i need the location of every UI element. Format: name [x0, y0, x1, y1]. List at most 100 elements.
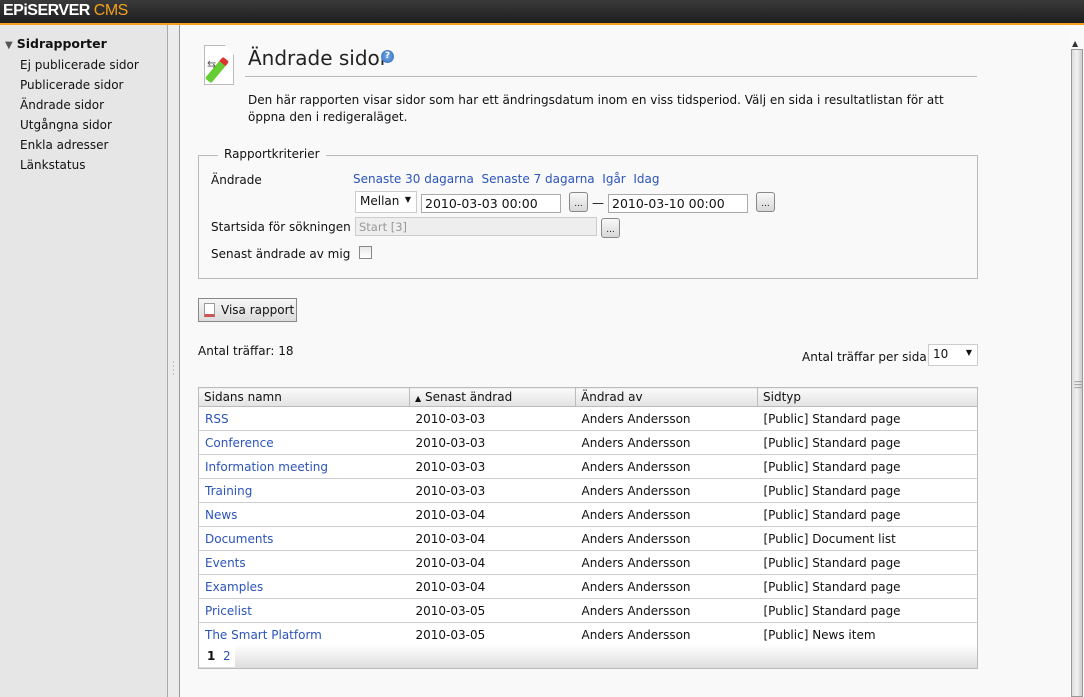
- page-name-link[interactable]: The Smart Platform: [205, 628, 322, 642]
- page-type-cell: [Public] Standard page: [763, 579, 901, 594]
- table-cell: [Public] Standard page: [757, 550, 978, 575]
- table-cell: Anders Andersson: [575, 598, 758, 623]
- range-mode-select[interactable]: Mellan ▼: [355, 191, 417, 213]
- dropdown-arrow-icon: ▼: [965, 348, 972, 357]
- table-row[interactable]: RSS 2010-03-03 Anders Andersson [Public] St…: [198, 406, 978, 431]
- col-page-type[interactable]: Sidtyp: [757, 387, 978, 407]
- table-row[interactable]: Documents 2010-03-04 Anders Andersson [Publ…: [198, 526, 978, 551]
- table-row[interactable]: The Smart Platform 2010-03-05 Anders Ander…: [198, 622, 978, 647]
- start-page-browse-button[interactable]: ...: [601, 218, 620, 238]
- table-cell: 2010-03-03: [409, 406, 576, 431]
- sidebar-item-published[interactable]: Publicerade sidor: [20, 78, 123, 92]
- page-name-link[interactable]: Training: [205, 484, 252, 498]
- table-cell: Pricelist: [198, 598, 410, 623]
- table-cell: 2010-03-04: [409, 502, 576, 527]
- page-2-link[interactable]: 2: [219, 645, 235, 667]
- from-date-picker-button[interactable]: ...: [569, 192, 588, 212]
- vertical-scrollbar[interactable]: ▲ — — —: [1070, 25, 1084, 697]
- table-cell: Anders Andersson: [575, 550, 758, 575]
- per-page-value: 10: [933, 347, 949, 361]
- page-type-cell: [Public] Standard page: [763, 411, 901, 426]
- table-cell: 2010-03-04: [409, 574, 576, 599]
- last-changed-cell: 2010-03-05: [415, 627, 486, 642]
- table-row[interactable]: Training 2010-03-03 Anders Andersson [Publi…: [198, 478, 978, 503]
- page-name-link[interactable]: Conference: [205, 436, 274, 450]
- show-report-button[interactable]: Visa rapport: [198, 298, 297, 322]
- col-changed-by[interactable]: Ändrad av: [575, 387, 758, 407]
- link-today[interactable]: Idag: [633, 172, 659, 186]
- table-cell: The Smart Platform: [198, 622, 410, 647]
- table-row[interactable]: News 2010-03-04 Anders Andersson [Public] S…: [198, 502, 978, 527]
- table-cell: News: [198, 502, 410, 527]
- table-cell: [Public] Standard page: [757, 430, 978, 455]
- panel-splitter[interactable]: · · · ·: [168, 25, 180, 697]
- sidebar-item-changed[interactable]: Ändrade sidor: [20, 98, 104, 112]
- link-last-30-days[interactable]: Senaste 30 dagarna: [353, 172, 474, 186]
- table-row[interactable]: Information meeting 2010-03-03 Anders Ande…: [198, 454, 978, 479]
- grip-icon: · · · ·: [172, 358, 175, 379]
- report-icon: [204, 303, 215, 317]
- from-date-input[interactable]: 2010-03-03 00:00: [421, 194, 561, 213]
- col-page-name[interactable]: Sidans namn: [198, 387, 410, 407]
- sidebar-item-link-status[interactable]: Länkstatus: [20, 158, 85, 172]
- table-cell: Training: [198, 478, 410, 503]
- dropdown-arrow-icon: ▼: [404, 195, 411, 204]
- sidebar-heading[interactable]: ▼ Sidrapporter: [5, 36, 107, 51]
- page-name-link[interactable]: RSS: [205, 412, 229, 426]
- table-row[interactable]: Events 2010-03-04 Anders Andersson [Public]…: [198, 550, 978, 575]
- changed-by-cell: Anders Andersson: [581, 555, 691, 570]
- page-name-link[interactable]: Information meeting: [205, 460, 328, 474]
- table-cell: [Public] Standard page: [757, 574, 978, 599]
- help-icon[interactable]: ?: [381, 50, 394, 63]
- table-row[interactable]: Conference 2010-03-03 Anders Andersson [Pub…: [198, 430, 978, 455]
- to-date-picker-button[interactable]: ...: [756, 192, 775, 212]
- table-cell: 2010-03-03: [409, 478, 576, 503]
- last-changed-cell: 2010-03-03: [415, 459, 486, 474]
- results-table: Sidans namn ▲ Senast ändrad Ändrad av Si…: [198, 387, 978, 647]
- changed-by-me-checkbox[interactable]: [359, 246, 372, 259]
- page-name-link[interactable]: News: [205, 508, 237, 522]
- to-date-input[interactable]: 2010-03-10 00:00: [608, 194, 748, 213]
- page-type-cell: [Public] Standard page: [763, 507, 901, 522]
- table-cell: [Public] Standard page: [757, 502, 978, 527]
- last-changed-cell: 2010-03-04: [415, 531, 486, 546]
- sort-ascending-icon: ▲: [415, 394, 422, 403]
- table-cell: Information meeting: [198, 454, 410, 479]
- table-header-row: Sidans namn ▲ Senast ändrad Ändrad av Si…: [198, 387, 978, 407]
- page-1: 1: [203, 645, 220, 667]
- table-row[interactable]: Pricelist 2010-03-05 Anders Andersson [Publ…: [198, 598, 978, 623]
- scrollbar-thumb[interactable]: — — —: [1071, 49, 1083, 697]
- link-yesterday[interactable]: Igår: [602, 172, 625, 186]
- page-name-link[interactable]: Pricelist: [205, 604, 252, 618]
- top-bar: EPiSERVER CMS: [0, 0, 1084, 25]
- per-page-select[interactable]: 10 ▼: [928, 344, 978, 366]
- pager: 1 2: [198, 645, 978, 669]
- table-row[interactable]: Examples 2010-03-04 Anders Andersson [Publi…: [198, 574, 978, 599]
- page-type-cell: [Public] Standard page: [763, 603, 901, 618]
- collapse-triangle-icon[interactable]: ▼: [5, 40, 13, 51]
- scroll-up-icon[interactable]: ▲: [1072, 39, 1078, 48]
- page-description: Den här rapporten visar sidor som har et…: [248, 93, 944, 124]
- last-changed-cell: 2010-03-04: [415, 579, 486, 594]
- page-name-link[interactable]: Events: [205, 556, 246, 570]
- grip-icon: — — —: [1074, 377, 1082, 392]
- sidebar-item-unpublished[interactable]: Ej publicerade sidor: [20, 58, 139, 72]
- page-name-link[interactable]: Examples: [205, 580, 263, 594]
- table-cell: Anders Andersson: [575, 622, 758, 647]
- link-last-7-days[interactable]: Senaste 7 dagarna: [481, 172, 594, 186]
- col-last-changed[interactable]: ▲ Senast ändrad: [409, 387, 576, 407]
- table-cell: Conference: [198, 430, 410, 455]
- start-page-label: Startsida för sökningen: [211, 220, 351, 234]
- changed-label: Ändrade: [211, 173, 262, 187]
- sidebar-item-expired[interactable]: Utgångna sidor: [20, 118, 112, 132]
- sidebar-heading-label: Sidrapporter: [16, 36, 107, 51]
- sidebar-item-simple-addresses[interactable]: Enkla adresser: [20, 138, 108, 152]
- table-cell: 2010-03-04: [409, 526, 576, 551]
- page-name-link[interactable]: Documents: [205, 532, 273, 546]
- range-dash: —: [592, 196, 604, 210]
- table-cell: [Public] Document list: [757, 526, 978, 551]
- table-cell: 2010-03-03: [409, 454, 576, 479]
- start-page-input[interactable]: Start [3]: [355, 217, 597, 236]
- last-changed-cell: 2010-03-04: [415, 555, 486, 570]
- title-divider: [245, 76, 977, 77]
